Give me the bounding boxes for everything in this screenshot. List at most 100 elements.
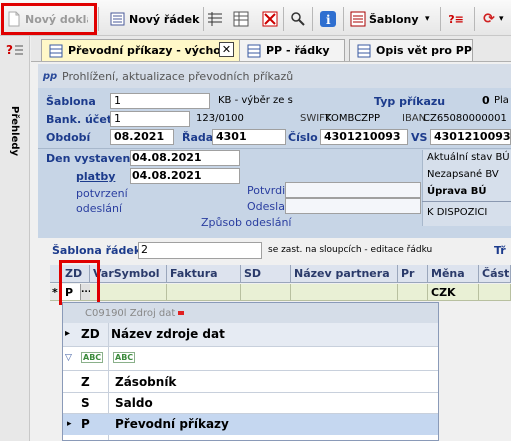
uprava-label: Úprava BÚ bbox=[427, 186, 487, 197]
tab-pp-rows[interactable]: PP - řádky bbox=[239, 39, 345, 61]
rada-label: Řada bbox=[182, 131, 214, 144]
cell-sd[interactable] bbox=[241, 284, 291, 301]
page-title: Prohlížení, aktualizace převodních příka… bbox=[62, 69, 294, 83]
column-header-pr[interactable]: Pr bbox=[398, 265, 428, 283]
row-selector-icon: ▸ bbox=[65, 328, 71, 339]
cell-pr[interactable] bbox=[398, 284, 428, 301]
row-marker: * bbox=[50, 284, 62, 301]
new-document-label: Nový doklad bbox=[25, 12, 88, 26]
new-row-icon bbox=[110, 11, 126, 27]
dropdown-item-z[interactable]: Z Zásobník bbox=[63, 372, 438, 393]
sablona-radek-value: 2 bbox=[141, 243, 148, 256]
info-icon: i bbox=[320, 11, 336, 27]
search-button[interactable] bbox=[290, 7, 306, 31]
potvrdil-field[interactable] bbox=[285, 182, 421, 198]
zpusob-odeslani-label: Způsob odeslání bbox=[201, 216, 292, 229]
dropdown-item-s[interactable]: S Saldo bbox=[63, 393, 438, 414]
refresh-button[interactable]: ⟳ bbox=[481, 7, 497, 31]
red-marker-icon bbox=[178, 311, 185, 315]
column-header-source-name[interactable]: Název zdroje dat bbox=[111, 327, 225, 341]
dropdown-filter-row: ▽ ABC ABC bbox=[63, 347, 438, 371]
column-header-mena[interactable]: Měna bbox=[428, 265, 479, 283]
filter-code-icon[interactable]: ABC bbox=[81, 352, 104, 363]
dropdown-item-p[interactable]: ▸ P Převodní příkazy bbox=[63, 414, 438, 435]
cell-faktura[interactable] bbox=[167, 284, 241, 301]
tab-label: Opis vět pro PP bbox=[376, 44, 472, 57]
sablona-radek-label: Šablona řádek bbox=[52, 244, 142, 257]
item-code: P bbox=[81, 417, 90, 431]
search-icon bbox=[290, 11, 306, 27]
cell-castka[interactable] bbox=[479, 284, 511, 301]
cell-varsymbol[interactable] bbox=[90, 284, 167, 301]
cell-partner[interactable] bbox=[291, 284, 398, 301]
info-button[interactable]: i bbox=[320, 7, 336, 31]
column-header-partner[interactable]: Název partnera bbox=[291, 265, 398, 283]
templates-label: Šablony bbox=[369, 12, 419, 26]
templates-dropdown[interactable]: ▾ bbox=[425, 7, 437, 31]
vs-label: VS bbox=[411, 131, 428, 144]
pp-logo-icon: pp bbox=[42, 70, 58, 82]
table-icon bbox=[246, 43, 262, 59]
sablona-label: Šablona bbox=[46, 95, 96, 108]
sablona-description: KB - výběr ze s bbox=[218, 95, 293, 106]
odeslani-label: odeslání bbox=[76, 202, 123, 215]
dropdown-title: C09190l Zdroj dat bbox=[85, 307, 176, 319]
grid-icon bbox=[207, 11, 223, 27]
chevron-down-icon: ▾ bbox=[499, 14, 504, 24]
tab-close-icon[interactable]: ✕ bbox=[219, 42, 234, 57]
cell-zd[interactable]: P ... bbox=[62, 284, 91, 301]
column-header-zd[interactable]: ZD bbox=[62, 265, 90, 283]
toolbar: Nový doklad Nový řádek i Šablony ▾ ?≡ ⟳ … bbox=[0, 0, 511, 36]
form-titlebar: pp Prohlížení, aktualizace převodních př… bbox=[38, 64, 511, 88]
bank-ucet-label: Bank. účet bbox=[46, 113, 113, 126]
new-row-button[interactable]: Nový řádek bbox=[110, 7, 200, 31]
typ-prikazu-value[interactable]: 0 bbox=[482, 94, 490, 107]
typ-prikazu-suffix: Pla bbox=[494, 95, 509, 106]
table-icon bbox=[356, 43, 372, 59]
column-header-sd[interactable]: SD bbox=[241, 265, 291, 283]
iban-value: CZ65080000001 bbox=[423, 113, 507, 124]
rows-grid: ZD VarSymbol Faktura SD Název partnera P… bbox=[50, 263, 511, 303]
sidebar-help-icon[interactable]: ? bbox=[6, 42, 24, 61]
platby-label[interactable]: platby bbox=[76, 170, 115, 183]
cell-zd-picker-button[interactable]: ... bbox=[80, 284, 91, 300]
odeslal-label: Odeslal bbox=[247, 200, 288, 213]
tab-record-copy[interactable]: Opis vět pro PP bbox=[349, 39, 473, 61]
header-form: Šablona 1 KB - výběr ze s Typ příkazu 0 … bbox=[38, 88, 511, 238]
potvrdil-label: Potvrdil bbox=[247, 184, 289, 197]
refresh-dropdown[interactable]: ▾ bbox=[499, 7, 504, 31]
delete-button[interactable] bbox=[262, 7, 278, 31]
data-source-dropdown: C09190l Zdroj dat ▸ ZD Název zdroje dat … bbox=[62, 302, 439, 441]
item-code: S bbox=[81, 396, 90, 410]
tab-strip: Převodní příkazy - výchozí ✕ PP - řádky … bbox=[31, 36, 511, 62]
column-header-faktura[interactable]: Faktura bbox=[167, 265, 241, 283]
item-code: Z bbox=[81, 375, 90, 389]
sablona-value: 1 bbox=[114, 94, 121, 107]
sablona-radek-field[interactable] bbox=[138, 242, 262, 259]
cell-mena[interactable]: CZK bbox=[428, 284, 479, 301]
column-header-varsymbol[interactable]: VarSymbol bbox=[90, 265, 167, 283]
sidebar-overview-tab[interactable]: Přehledy bbox=[9, 106, 20, 156]
grid-edit-button[interactable] bbox=[233, 7, 249, 31]
column-header-castka[interactable]: Částk bbox=[479, 265, 511, 283]
cislo-value: 4301210093 bbox=[324, 130, 401, 143]
odeslal-field[interactable] bbox=[285, 198, 421, 214]
item-name: Zásobník bbox=[115, 375, 177, 389]
vs-value: 4301210093 bbox=[434, 130, 511, 143]
templates-icon bbox=[350, 11, 366, 27]
sablona-radek-note: se zast. na sloupcích - editace řádku bbox=[268, 245, 433, 255]
bank-ucet-code: 123/0100 bbox=[196, 113, 244, 124]
cislo-label: Číslo bbox=[288, 131, 318, 144]
filter-icon[interactable]: ▽ bbox=[65, 353, 72, 363]
filter-name-icon[interactable]: ABC bbox=[113, 352, 136, 363]
dropdown-title-bar: C09190l Zdroj dat bbox=[63, 303, 438, 323]
tab-transfer-orders[interactable]: Převodní příkazy - výchozí bbox=[41, 39, 245, 61]
new-document-button[interactable]: Nový doklad bbox=[6, 7, 88, 31]
column-header-code[interactable]: ZD bbox=[81, 327, 100, 341]
svg-text:i: i bbox=[326, 13, 331, 27]
svg-text:?: ? bbox=[6, 43, 13, 57]
sablona-field[interactable] bbox=[110, 93, 210, 109]
grid-view-button[interactable] bbox=[207, 7, 223, 31]
help-button[interactable]: ?≡ bbox=[448, 7, 464, 31]
bank-ucet-field[interactable] bbox=[110, 111, 190, 127]
